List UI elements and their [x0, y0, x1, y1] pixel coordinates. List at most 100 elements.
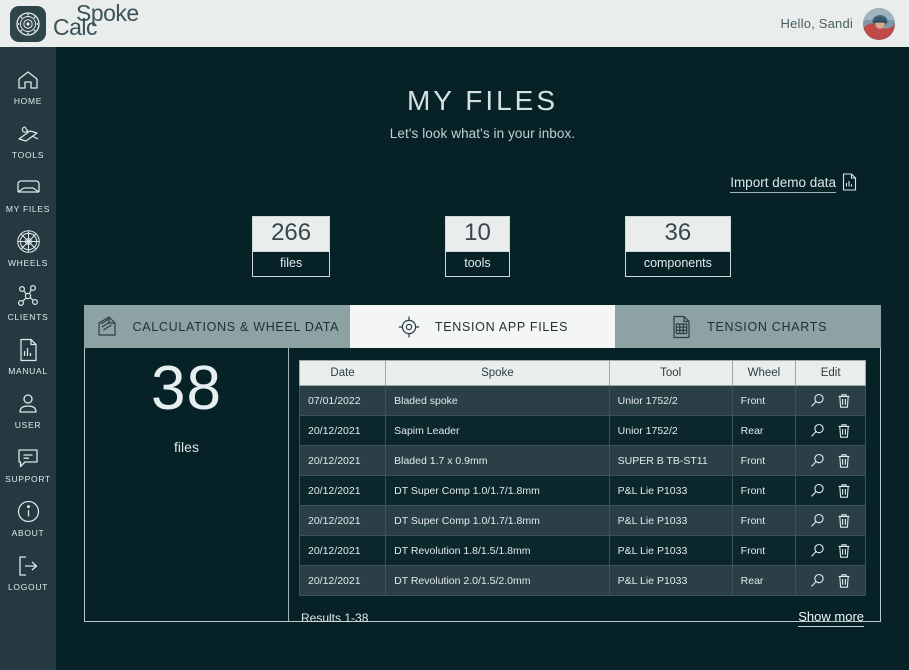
- brand-wordmark: Spoke Calc: [50, 1, 142, 44]
- user-greeting[interactable]: Hello, Sandi: [780, 7, 895, 40]
- sidebar-item-my-files[interactable]: MY FILES: [0, 167, 56, 221]
- sidebar-item-wheels[interactable]: WHEELS: [0, 221, 56, 275]
- magnifier-icon[interactable]: [810, 423, 825, 438]
- sidebar: HOME TOOLS MY FILES WHEELS CLIENTS MANUA…: [0, 47, 56, 670]
- avatar[interactable]: [863, 7, 895, 40]
- import-row: Import demo data: [56, 173, 909, 194]
- cell-edit: [795, 565, 866, 597]
- tab-label: CALCULATIONS & WHEEL DATA: [132, 319, 340, 334]
- info-circle-icon: [15, 499, 41, 525]
- magnifier-icon[interactable]: [810, 543, 825, 558]
- target-crosshair-icon: [397, 314, 421, 340]
- magnifier-icon[interactable]: [810, 513, 825, 528]
- magnifier-icon[interactable]: [810, 483, 825, 498]
- column-header-spoke[interactable]: Spoke: [385, 360, 610, 387]
- table-row[interactable]: 20/12/2021 DT Super Comp 1.0/1.7/1.8mm P&L…: [298, 505, 866, 537]
- sidebar-item-logout[interactable]: LOGOUT: [0, 545, 56, 599]
- import-demo-data-label: Import demo data: [730, 175, 836, 193]
- table-row[interactable]: 20/12/2021 DT Revolution 2.0/1.5/2.0mm P&L…: [298, 565, 866, 597]
- files-count-label: files: [174, 439, 199, 456]
- trash-icon[interactable]: [837, 573, 851, 589]
- stat-value: 10: [445, 216, 510, 253]
- cell-edit: [795, 475, 866, 507]
- cell-date: 20/12/2021: [298, 535, 387, 567]
- inbox-icon: [15, 175, 41, 201]
- cell-tool: Unior 1752/2: [608, 385, 733, 417]
- sidebar-item-user[interactable]: USER: [0, 383, 56, 437]
- show-more-button[interactable]: Show more: [798, 609, 864, 628]
- table-row[interactable]: 20/12/2021 DT Revolution 1.8/1.5/1.8mm P&L…: [298, 535, 866, 567]
- tab-tension-app-files[interactable]: TENSION APP FILES: [349, 305, 616, 349]
- column-header-edit: Edit: [795, 360, 866, 387]
- sidebar-item-support[interactable]: SUPPORT: [0, 437, 56, 491]
- sidebar-label: MANUAL: [8, 365, 48, 376]
- table-row[interactable]: 20/12/2021 DT Super Comp 1.0/1.7/1.8mm P&L…: [298, 475, 866, 507]
- trash-icon[interactable]: [837, 423, 851, 439]
- cell-spoke: DT Super Comp 1.0/1.7/1.8mm: [385, 475, 610, 507]
- magnifier-icon[interactable]: [810, 573, 825, 588]
- stat-value: 266: [252, 216, 331, 253]
- table-row[interactable]: 07/01/2022 Bladed spoke Unior 1752/2 Front: [298, 385, 866, 417]
- manual-document-icon: [15, 337, 41, 363]
- results-count: Results 1-38: [301, 611, 369, 626]
- page-subtitle: Let's look what's in your inbox.: [389, 126, 576, 141]
- trash-icon[interactable]: [837, 543, 851, 559]
- sidebar-item-about[interactable]: ABOUT: [0, 491, 56, 545]
- chat-bubble-icon: [15, 445, 41, 471]
- cell-wheel: Front: [731, 535, 797, 567]
- sidebar-item-manual[interactable]: MANUAL: [0, 329, 56, 383]
- trash-icon[interactable]: [837, 393, 851, 409]
- cell-spoke: Bladed 1.7 x 0.9mm: [385, 445, 610, 477]
- sidebar-label: TOOLS: [11, 149, 45, 160]
- clients-network-icon: [15, 283, 41, 309]
- cell-spoke: Bladed spoke: [385, 385, 610, 417]
- table-head: Date Spoke Tool Wheel Edit: [298, 360, 866, 387]
- files-summary: 38 files: [85, 348, 289, 622]
- files-count: 38: [151, 354, 222, 424]
- main-content: MY FILES Let's look what's in your inbox…: [56, 47, 909, 670]
- sidebar-item-clients[interactable]: CLIENTS: [0, 275, 56, 329]
- tab-calculations-wheel-data[interactable]: CALCULATIONS & WHEEL DATA: [84, 305, 350, 349]
- sidebar-item-home[interactable]: HOME: [0, 59, 56, 113]
- stat-label: components: [624, 252, 731, 278]
- column-header-wheel[interactable]: Wheel: [731, 360, 797, 387]
- sidebar-label: USER: [14, 419, 42, 430]
- cell-spoke: Sapim Leader: [385, 415, 610, 447]
- cell-spoke: DT Revolution 1.8/1.5/1.8mm: [385, 535, 610, 567]
- cell-edit: [795, 385, 866, 417]
- stat-value: 36: [624, 216, 731, 253]
- table-row[interactable]: 20/12/2021 Sapim Leader Unior 1752/2 Rear: [298, 415, 866, 447]
- greeting-text: Hello, Sandi: [780, 16, 853, 31]
- sidebar-item-tools[interactable]: TOOLS: [0, 113, 56, 167]
- tab-tension-charts[interactable]: TENSION CHARTS: [615, 305, 882, 349]
- cell-wheel: Rear: [731, 565, 797, 597]
- stat-label: files: [252, 252, 331, 278]
- table-header-row: Date Spoke Tool Wheel Edit: [298, 360, 866, 387]
- magnifier-icon[interactable]: [810, 393, 825, 408]
- stat-tools: 10 tools: [445, 216, 510, 278]
- files-table-area: Date Spoke Tool Wheel Edit 07/01/2022 Bla…: [289, 348, 880, 628]
- tab-label: TENSION CHARTS: [707, 319, 828, 334]
- table-row[interactable]: 20/12/2021 Bladed 1.7 x 0.9mm SUPER B TB-S…: [298, 445, 866, 477]
- cell-spoke: DT Super Comp 1.0/1.7/1.8mm: [385, 505, 610, 537]
- brand-logo[interactable]: Spoke Calc: [10, 1, 142, 44]
- sidebar-label: CLIENTS: [7, 311, 49, 322]
- brand-word-bottom: Calc: [53, 13, 98, 40]
- table-body: 07/01/2022 Bladed spoke Unior 1752/2 Front 2…: [298, 385, 866, 597]
- trash-icon[interactable]: [837, 483, 851, 499]
- trash-icon[interactable]: [837, 453, 851, 469]
- files-panel: 38 files Date Spoke Tool Wheel Edit 07/0: [84, 348, 881, 628]
- files-table: Date Spoke Tool Wheel Edit 07/01/2022 Bla…: [298, 360, 866, 597]
- column-header-date[interactable]: Date: [298, 360, 387, 387]
- column-header-tool[interactable]: Tool: [608, 360, 733, 387]
- trash-icon[interactable]: [837, 513, 851, 529]
- import-demo-data-link[interactable]: Import demo data: [730, 173, 857, 194]
- magnifier-icon[interactable]: [810, 453, 825, 468]
- sidebar-label: SUPPORT: [5, 473, 51, 484]
- cell-edit: [795, 445, 866, 477]
- cell-edit: [795, 535, 866, 567]
- table-footer: Results 1-38 Show more: [299, 609, 866, 628]
- tab-label: TENSION APP FILES: [434, 319, 569, 334]
- sidebar-label: MY FILES: [5, 203, 51, 214]
- cell-date: 20/12/2021: [298, 415, 387, 447]
